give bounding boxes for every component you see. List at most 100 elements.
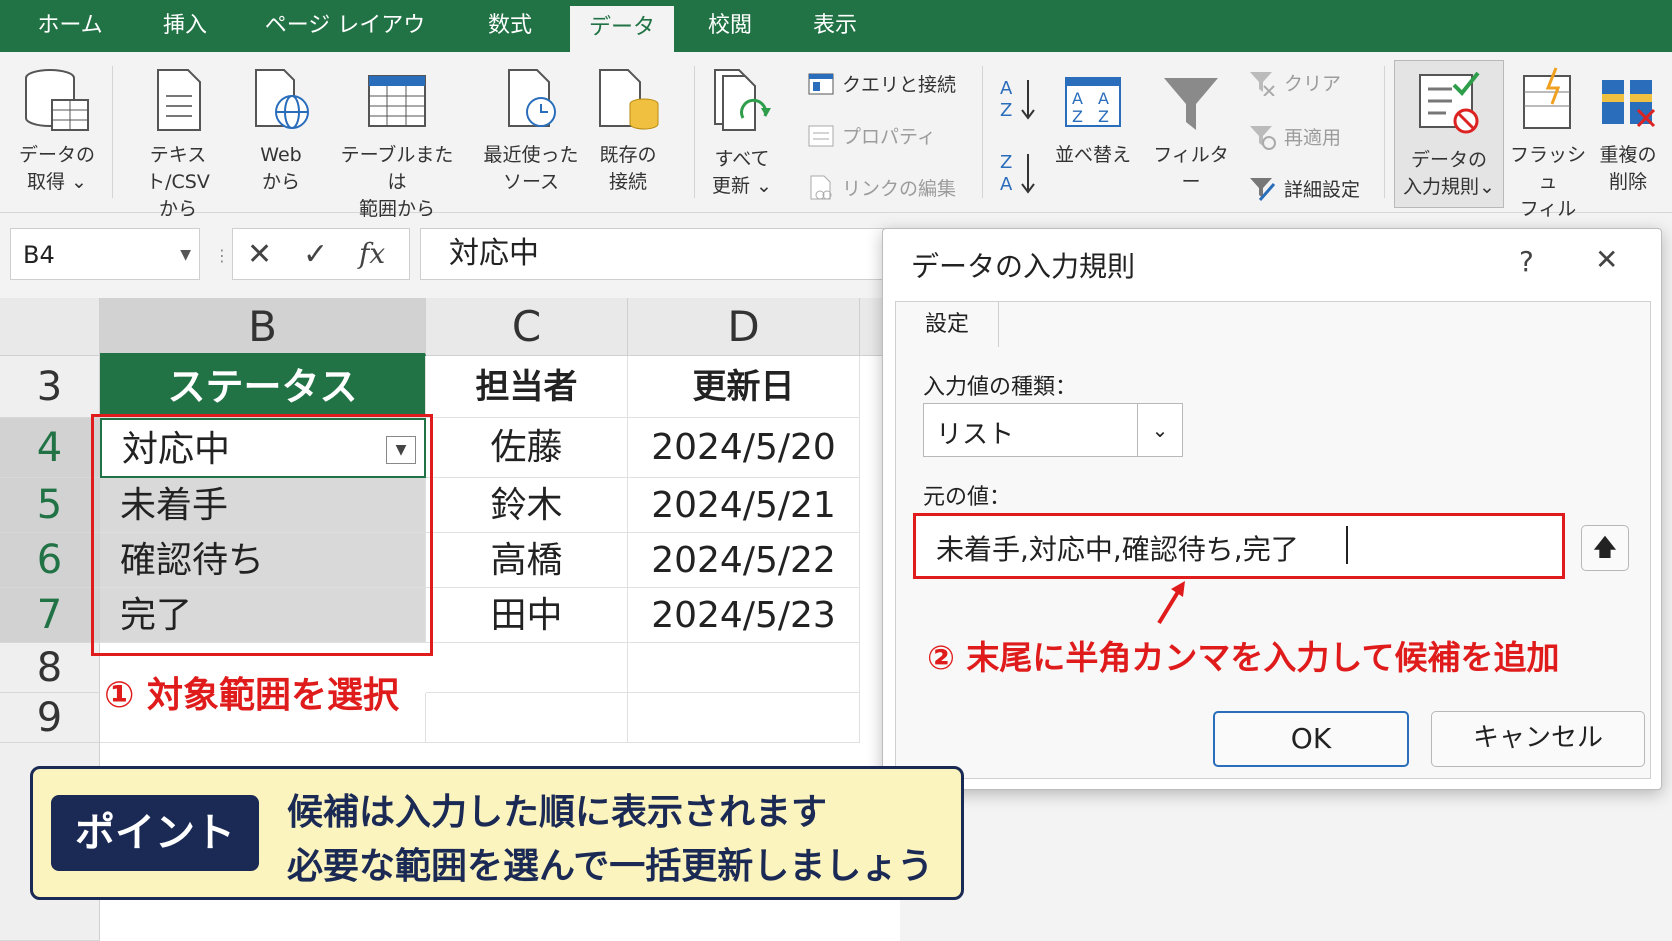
svg-text:A: A	[1000, 174, 1013, 195]
cancel-button[interactable]: キャンセル	[1431, 711, 1645, 767]
text-csv-button[interactable]: テキスト/CSV から	[122, 66, 234, 223]
row-header-8[interactable]: 8	[0, 643, 100, 693]
row-header-7[interactable]: 7	[0, 588, 100, 643]
reapply-button[interactable]: 再適用	[1248, 122, 1341, 150]
ok-button[interactable]: OK	[1213, 711, 1409, 767]
flash-fill-button[interactable]: フラッシュ フィル	[1508, 66, 1588, 223]
filter-funnel-icon	[1164, 78, 1218, 130]
advanced-filter-button[interactable]: 詳細設定	[1248, 174, 1360, 202]
point-line-2: 必要な範囲を選んで一括更新しましょう	[287, 846, 934, 887]
queries-connections-label: クエリと接続	[842, 74, 957, 96]
row-header-3[interactable]: 3	[0, 356, 100, 418]
recent-sources-button[interactable]: 最近使った ソース	[476, 66, 586, 196]
chevron-down-icon[interactable]: ⌄	[1137, 404, 1182, 456]
ribbon-separator	[694, 66, 695, 198]
header-cell-status[interactable]: ステータス	[100, 356, 426, 418]
cell-c5[interactable]: 鈴木	[426, 478, 628, 533]
sort-descending-button[interactable]: ZA	[998, 148, 1038, 206]
tab-data[interactable]: データ	[570, 6, 674, 52]
cell-c8[interactable]	[426, 643, 628, 693]
row-header-9[interactable]: 9	[0, 693, 100, 743]
filter-button[interactable]: フィルター	[1146, 66, 1236, 196]
insert-function-icon[interactable]: fx	[359, 237, 385, 270]
cell-d4[interactable]: 2024/5/20	[628, 418, 860, 478]
advanced-label: 詳細設定	[1284, 178, 1361, 201]
text-csv-label: テキスト/CSV から	[146, 144, 210, 220]
queries-connections-button[interactable]: クエリと接続	[808, 70, 956, 97]
cell-d5[interactable]: 2024/5/21	[628, 478, 860, 533]
existing-connection-icon	[599, 69, 659, 130]
table-icon	[368, 75, 426, 127]
web-globe-icon	[255, 69, 309, 129]
clear-filter-button[interactable]: クリア	[1248, 68, 1341, 96]
help-icon[interactable]: ?	[1519, 245, 1534, 278]
header-cell-updated[interactable]: 更新日	[628, 356, 860, 418]
cell-c4[interactable]: 佐藤	[426, 418, 628, 478]
remove-duplicates-button[interactable]: 重複の 削除	[1592, 66, 1664, 196]
cell-c6[interactable]: 高橋	[426, 533, 628, 588]
from-table-range-button[interactable]: テーブルまたは 範囲から	[332, 66, 462, 223]
advanced-filter-icon	[1250, 178, 1276, 201]
tab-insert[interactable]: 挿入	[135, 0, 235, 52]
svg-text:A: A	[1072, 89, 1083, 108]
recent-clock-icon	[508, 69, 556, 127]
allow-type-select[interactable]: リスト ⌄	[923, 403, 1183, 457]
point-line-1: 候補は入力した順に表示されます	[287, 792, 828, 833]
tab-review[interactable]: 校閲	[680, 0, 780, 52]
row-header-5[interactable]: 5	[0, 478, 100, 533]
row-header-6[interactable]: 6	[0, 533, 100, 588]
remove-duplicates-label: 重複の 削除	[1599, 144, 1657, 193]
existing-connections-label: 既存の 接続	[599, 144, 657, 193]
edit-links-button[interactable]: リンクの編集	[808, 174, 956, 201]
formula-input[interactable]: 対応中	[420, 228, 900, 280]
column-header-c[interactable]: C	[426, 298, 628, 356]
clear-filter-icon	[1250, 72, 1275, 96]
collapse-range-button[interactable]: 🡅	[1581, 525, 1629, 571]
source-label: 元の値：	[923, 485, 1012, 510]
svg-text:Z: Z	[1000, 100, 1012, 121]
from-web-button[interactable]: Web から	[246, 66, 316, 196]
properties-button[interactable]: プロパティ	[808, 122, 936, 149]
source-input[interactable]: 未着手,対応中,確認待ち,完了	[913, 513, 1565, 579]
cell-d9[interactable]	[628, 693, 860, 743]
flash-fill-label: フラッシュ フィル	[1509, 144, 1586, 220]
existing-connections-button[interactable]: 既存の 接続	[592, 66, 664, 196]
chevron-down-icon[interactable]: ▼	[180, 229, 191, 281]
sort-label: 並べ替え	[1054, 144, 1131, 166]
get-data-label: データの 取得 ⌄	[18, 144, 95, 193]
data-validation-button[interactable]: データの 入力規則⌄	[1394, 60, 1504, 208]
cell-c9[interactable]	[426, 693, 628, 743]
database-icon	[25, 69, 89, 131]
sort-button[interactable]: AAZZ 並べ替え	[1050, 66, 1136, 169]
properties-label: プロパティ	[842, 126, 936, 148]
svg-text:Z: Z	[1072, 107, 1083, 126]
row-header-4[interactable]: 4	[0, 418, 100, 478]
column-header-d[interactable]: D	[628, 298, 860, 356]
cell-d8[interactable]	[628, 643, 860, 693]
cell-d6[interactable]: 2024/5/22	[628, 533, 860, 588]
cancel-entry-icon[interactable]: ✕	[247, 237, 272, 272]
cell-c7[interactable]: 田中	[426, 588, 628, 643]
column-header-b[interactable]: B	[100, 298, 426, 356]
get-data-button[interactable]: データの 取得 ⌄	[14, 66, 100, 196]
select-all-corner[interactable]	[0, 298, 100, 356]
tab-home[interactable]: ホーム	[20, 0, 120, 52]
tab-view[interactable]: 表示	[785, 0, 885, 52]
point-label-badge: ポイント	[51, 795, 259, 871]
source-input-value: 未着手,対応中,確認待ち,完了	[936, 533, 1299, 566]
tab-page-layout[interactable]: ページ レイアウト	[255, 0, 435, 90]
close-icon[interactable]: ✕	[1595, 243, 1618, 276]
refresh-all-button[interactable]: すべて 更新 ⌄	[704, 66, 780, 200]
tab-formulas[interactable]: 数式	[460, 0, 560, 52]
tab-settings[interactable]: 設定	[895, 301, 999, 347]
sort-ascending-button[interactable]: AZ	[998, 74, 1038, 132]
confirm-entry-icon[interactable]: ✓	[303, 237, 328, 272]
allow-type-value: リスト	[936, 420, 1015, 450]
refresh-all-label: すべて 更新 ⌄	[712, 148, 772, 197]
name-box[interactable]: B4 ▼	[10, 228, 200, 280]
header-cell-assignee[interactable]: 担当者	[426, 356, 628, 418]
ribbon-separator	[1384, 66, 1385, 198]
text-cursor	[1346, 526, 1348, 564]
cell-d7[interactable]: 2024/5/23	[628, 588, 860, 643]
data-validation-dialog: データの入力規則 ? ✕ 設定 入力値の種類： リスト ⌄ 元の値： 未着手,対…	[882, 228, 1662, 790]
